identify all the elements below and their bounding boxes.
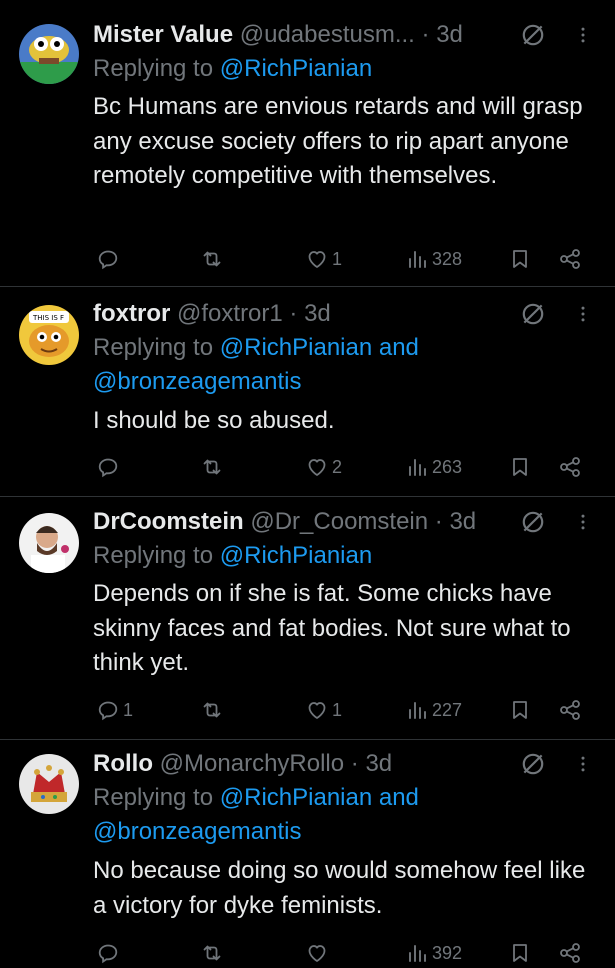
timestamp[interactable]: 3d xyxy=(436,21,463,48)
views-button[interactable]: 263 xyxy=(405,452,462,482)
tweet-text: I should be so abused. xyxy=(93,407,335,434)
like-button[interactable]: 2 xyxy=(305,452,342,482)
action-bar: 1 1 227 xyxy=(0,695,615,725)
view-count: 392 xyxy=(432,942,463,963)
replying-prefix: Replying to xyxy=(93,542,214,569)
replying-to: Replying to @RichPianian xyxy=(93,539,372,573)
replying-prefix: Replying to xyxy=(93,784,214,811)
mention-link[interactable]: @RichPianian and xyxy=(220,334,419,361)
replying-to: Replying to @RichPianian xyxy=(93,52,372,86)
avatar[interactable] xyxy=(19,24,79,84)
like-button[interactable]: 1 xyxy=(305,695,342,725)
avatar[interactable] xyxy=(19,754,79,814)
tweet-3[interactable]: DrCoomstein @Dr_Coomstein · 3d Replying … xyxy=(0,497,615,739)
action-bar: 1 328 xyxy=(0,244,615,274)
bookmark-button[interactable] xyxy=(508,244,532,274)
mention-link-2[interactable]: @bronzeagemantis xyxy=(93,818,301,845)
more-icon[interactable] xyxy=(573,301,593,327)
mention-link[interactable]: @RichPianian xyxy=(220,542,372,569)
view-count: 227 xyxy=(432,699,463,720)
mention-link[interactable]: @RichPianian xyxy=(220,55,372,82)
share-button[interactable] xyxy=(558,695,582,725)
more-icon[interactable] xyxy=(573,751,593,777)
retweet-button[interactable] xyxy=(200,938,227,968)
replying-prefix: Replying to xyxy=(93,334,214,361)
separator-dot: · xyxy=(421,21,437,48)
separator-dot: · xyxy=(344,750,366,777)
views-button[interactable]: 227 xyxy=(405,695,462,725)
timestamp[interactable]: 3d xyxy=(449,508,476,535)
replying-to: Replying to @RichPianian and @bronzeagem… xyxy=(93,781,419,849)
tweet-4[interactable]: Rollo @MonarchyRollo · 3d Replying to @R… xyxy=(0,740,615,960)
views-button[interactable]: 328 xyxy=(405,244,462,274)
share-button[interactable] xyxy=(558,244,582,274)
more-icon[interactable] xyxy=(573,509,593,535)
views-button[interactable]: 392 xyxy=(405,938,462,968)
timestamp[interactable]: 3d xyxy=(365,750,392,777)
display-name[interactable]: Mister Value xyxy=(93,21,233,48)
tweet-text: Depends on if she is fat. Some chicks ha… xyxy=(93,580,571,676)
replying-to: Replying to @RichPianian and @bronzeagem… xyxy=(93,331,419,399)
bookmark-button[interactable] xyxy=(508,938,532,968)
avatar-caption: THIS IS F xyxy=(32,314,64,322)
more-icon[interactable] xyxy=(573,22,593,48)
like-count: 2 xyxy=(332,456,343,477)
mention-link-2[interactable]: @bronzeagemantis xyxy=(93,368,301,395)
reply-button[interactable] xyxy=(96,452,123,482)
reply-button[interactable] xyxy=(96,244,123,274)
timestamp[interactable]: 3d xyxy=(304,300,331,327)
grok-icon[interactable] xyxy=(520,751,546,777)
retweet-button[interactable] xyxy=(200,452,227,482)
replying-prefix: Replying to xyxy=(93,55,214,82)
display-name[interactable]: Rollo xyxy=(93,750,153,777)
share-button[interactable] xyxy=(558,452,582,482)
retweet-button[interactable] xyxy=(200,244,227,274)
retweet-button[interactable] xyxy=(200,695,227,725)
action-bar: 2 263 xyxy=(0,452,615,482)
tweet-text: No because doing so would somehow feel l… xyxy=(93,857,586,919)
like-count: 1 xyxy=(332,248,343,269)
avatar[interactable] xyxy=(19,513,79,573)
bookmark-button[interactable] xyxy=(508,695,532,725)
separator-dot: · xyxy=(282,300,305,327)
like-count: 1 xyxy=(332,699,343,720)
separator-dot: · xyxy=(428,508,450,535)
grok-icon[interactable] xyxy=(520,509,546,535)
tweet-text: Bc Humans are envious retards and will g… xyxy=(93,93,583,189)
display-name[interactable]: foxtror xyxy=(93,300,170,327)
user-handle[interactable]: @udabestusm... xyxy=(240,21,415,48)
reply-button[interactable]: 1 xyxy=(96,695,133,725)
user-handle[interactable]: @MonarchyRollo xyxy=(160,750,344,777)
user-handle[interactable]: @foxtror1 xyxy=(177,300,283,327)
tweet-1[interactable]: Mister Value @udabestusm... · 3d Replyin… xyxy=(0,0,615,286)
bookmark-button[interactable] xyxy=(508,452,532,482)
avatar[interactable]: THIS IS F xyxy=(19,305,79,365)
share-button[interactable] xyxy=(558,938,582,968)
user-handle[interactable]: @Dr_Coomstein xyxy=(250,508,428,535)
view-count: 263 xyxy=(432,456,463,477)
tweet-2[interactable]: THIS IS F foxtror @foxtror1 · 3d Replyin… xyxy=(0,287,615,496)
grok-icon[interactable] xyxy=(520,301,546,327)
mention-link[interactable]: @RichPianian and xyxy=(220,784,419,811)
view-count: 328 xyxy=(432,248,463,269)
like-button[interactable] xyxy=(305,938,332,968)
action-bar: 392 xyxy=(0,938,615,968)
grok-icon[interactable] xyxy=(520,22,546,48)
like-button[interactable]: 1 xyxy=(305,244,342,274)
reply-button[interactable] xyxy=(96,938,123,968)
reply-count: 1 xyxy=(123,699,134,720)
display-name[interactable]: DrCoomstein xyxy=(93,508,244,535)
